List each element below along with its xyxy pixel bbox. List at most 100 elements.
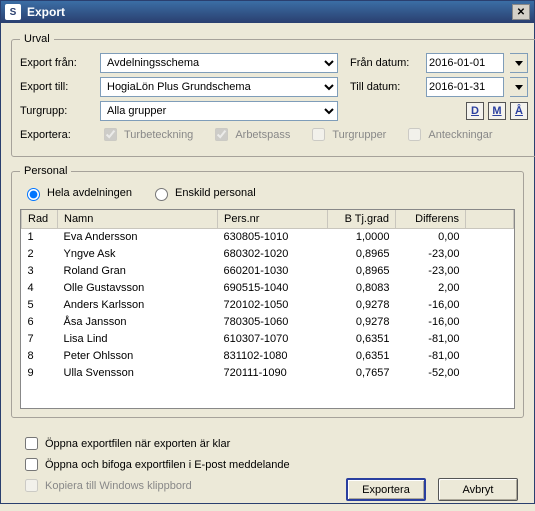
check-arbetspass (215, 128, 228, 141)
urval-group: Urval Export från: Avdelningsschema Från… (11, 33, 535, 157)
cell-persnr: 630805-1010 (218, 228, 328, 245)
table-row[interactable]: 9Ulla Svensson720111-10900,7657-52,00 (22, 364, 514, 381)
check-anteckningar (408, 128, 421, 141)
check-turbeteckning (104, 128, 117, 141)
check-copy-clipboard (25, 479, 38, 492)
radio-hela-avdelningen-label: Hela avdelningen (47, 187, 132, 199)
personal-legend: Personal (20, 165, 71, 177)
cell-namn: Ulla Svensson (58, 364, 218, 381)
cell-rad: 6 (22, 313, 58, 330)
cell-tjgrad: 0,8965 (328, 245, 396, 262)
cell-namn: Eva Andersson (58, 228, 218, 245)
table-row[interactable]: 2Yngve Ask680302-10200,8965-23,00 (22, 245, 514, 262)
personal-group: Personal Hela avdelningen Enskild person… (11, 165, 524, 418)
table-row[interactable]: 4Olle Gustavsson690515-10400,80832,00 (22, 279, 514, 296)
table-row[interactable]: 5Anders Karlsson720102-10500,9278-16,00 (22, 296, 514, 313)
cell-differens: 2,00 (396, 279, 466, 296)
period-year-button[interactable]: Å (510, 102, 528, 120)
cell-namn: Åsa Jansson (58, 313, 218, 330)
cell-differens: -16,00 (396, 296, 466, 313)
check-open-after-export-label: Öppna exportfilen när exporten är klar (45, 438, 230, 450)
table-row[interactable]: 3Roland Gran660201-10300,8965-23,00 (22, 262, 514, 279)
export-to-select[interactable]: HogiaLön Plus Grundschema (100, 77, 338, 97)
cell-differens: -81,00 (396, 347, 466, 364)
cell-namn: Olle Gustavsson (58, 279, 218, 296)
cell-tjgrad: 0,6351 (328, 330, 396, 347)
radio-hela-avdelningen[interactable] (27, 188, 40, 201)
chevron-down-icon (515, 85, 523, 90)
col-namn[interactable]: Namn (58, 210, 218, 228)
to-date-input[interactable] (426, 77, 504, 97)
cell-persnr: 690515-1040 (218, 279, 328, 296)
check-turgrupper-label: Turgrupper (332, 129, 386, 141)
table-row[interactable]: 7Lisa Lind610307-10700,6351-81,00 (22, 330, 514, 347)
check-attach-email-label: Öppna och bifoga exportfilen i E-post me… (45, 459, 290, 471)
exportera-label: Exportera: (20, 129, 94, 141)
check-attach-email[interactable] (25, 458, 38, 471)
to-date-picker-button[interactable] (510, 77, 528, 97)
check-turbeteckning-label: Turbeteckning (124, 129, 193, 141)
export-from-label: Export från: (20, 57, 94, 69)
turgrupp-select[interactable]: Alla grupper (100, 101, 338, 121)
cell-tjgrad: 0,9278 (328, 296, 396, 313)
table-row[interactable]: 8Peter Ohlsson831102-10800,6351-81,00 (22, 347, 514, 364)
cell-rad: 9 (22, 364, 58, 381)
urval-legend: Urval (20, 33, 54, 45)
cell-rad: 4 (22, 279, 58, 296)
cancel-button[interactable]: Avbryt (438, 478, 518, 501)
to-date-label: Till datum: (350, 81, 420, 93)
cell-tjgrad: 1,0000 (328, 228, 396, 245)
close-button[interactable]: ✕ (512, 4, 530, 20)
radio-enskild-personal[interactable] (155, 188, 168, 201)
cell-tjgrad: 0,6351 (328, 347, 396, 364)
cell-persnr: 720111-1090 (218, 364, 328, 381)
cell-namn: Peter Ohlsson (58, 347, 218, 364)
check-open-after-export[interactable] (25, 437, 38, 450)
cell-tjgrad: 0,8965 (328, 262, 396, 279)
cell-persnr: 680302-1020 (218, 245, 328, 262)
check-copy-clipboard-label: Kopiera till Windows klippbord (45, 480, 192, 492)
cell-namn: Roland Gran (58, 262, 218, 279)
app-icon: S (5, 4, 21, 20)
titlebar: S Export ✕ (1, 1, 534, 23)
col-rad[interactable]: Rad (22, 210, 58, 228)
check-anteckningar-label: Anteckningar (428, 129, 492, 141)
export-to-label: Export till: (20, 81, 94, 93)
from-date-label: Från datum: (350, 57, 420, 69)
cell-persnr: 780305-1060 (218, 313, 328, 330)
period-day-button[interactable]: D (466, 102, 484, 120)
from-date-picker-button[interactable] (510, 53, 528, 73)
col-tjgrad[interactable]: B Tj.grad (328, 210, 396, 228)
table-row[interactable]: 6Åsa Jansson780305-10600,9278-16,00 (22, 313, 514, 330)
cell-persnr: 720102-1050 (218, 296, 328, 313)
cell-rad: 5 (22, 296, 58, 313)
col-persnr[interactable]: Pers.nr (218, 210, 328, 228)
cell-differens: -16,00 (396, 313, 466, 330)
cell-differens: -23,00 (396, 245, 466, 262)
personal-table[interactable]: Rad Namn Pers.nr B Tj.grad Differens 1Ev… (20, 209, 515, 409)
cell-differens: 0,00 (396, 228, 466, 245)
cell-differens: -81,00 (396, 330, 466, 347)
table-row[interactable]: 1Eva Andersson630805-10101,00000,00 (22, 228, 514, 245)
export-button[interactable]: Exportera (346, 478, 426, 501)
cell-persnr: 660201-1030 (218, 262, 328, 279)
cell-rad: 1 (22, 228, 58, 245)
close-icon: ✕ (517, 7, 525, 18)
from-date-input[interactable] (426, 53, 504, 73)
cell-differens: -23,00 (396, 262, 466, 279)
turgrupp-label: Turgrupp: (20, 105, 94, 117)
col-differens[interactable]: Differens (396, 210, 466, 228)
chevron-down-icon (515, 61, 523, 66)
cell-persnr: 831102-1080 (218, 347, 328, 364)
export-from-select[interactable]: Avdelningsschema (100, 53, 338, 73)
radio-enskild-personal-label: Enskild personal (175, 187, 256, 199)
cell-namn: Lisa Lind (58, 330, 218, 347)
cell-differens: -52,00 (396, 364, 466, 381)
cell-tjgrad: 0,9278 (328, 313, 396, 330)
cell-namn: Yngve Ask (58, 245, 218, 262)
cell-namn: Anders Karlsson (58, 296, 218, 313)
cell-tjgrad: 0,8083 (328, 279, 396, 296)
check-turgrupper (312, 128, 325, 141)
period-month-button[interactable]: M (488, 102, 506, 120)
cell-rad: 7 (22, 330, 58, 347)
